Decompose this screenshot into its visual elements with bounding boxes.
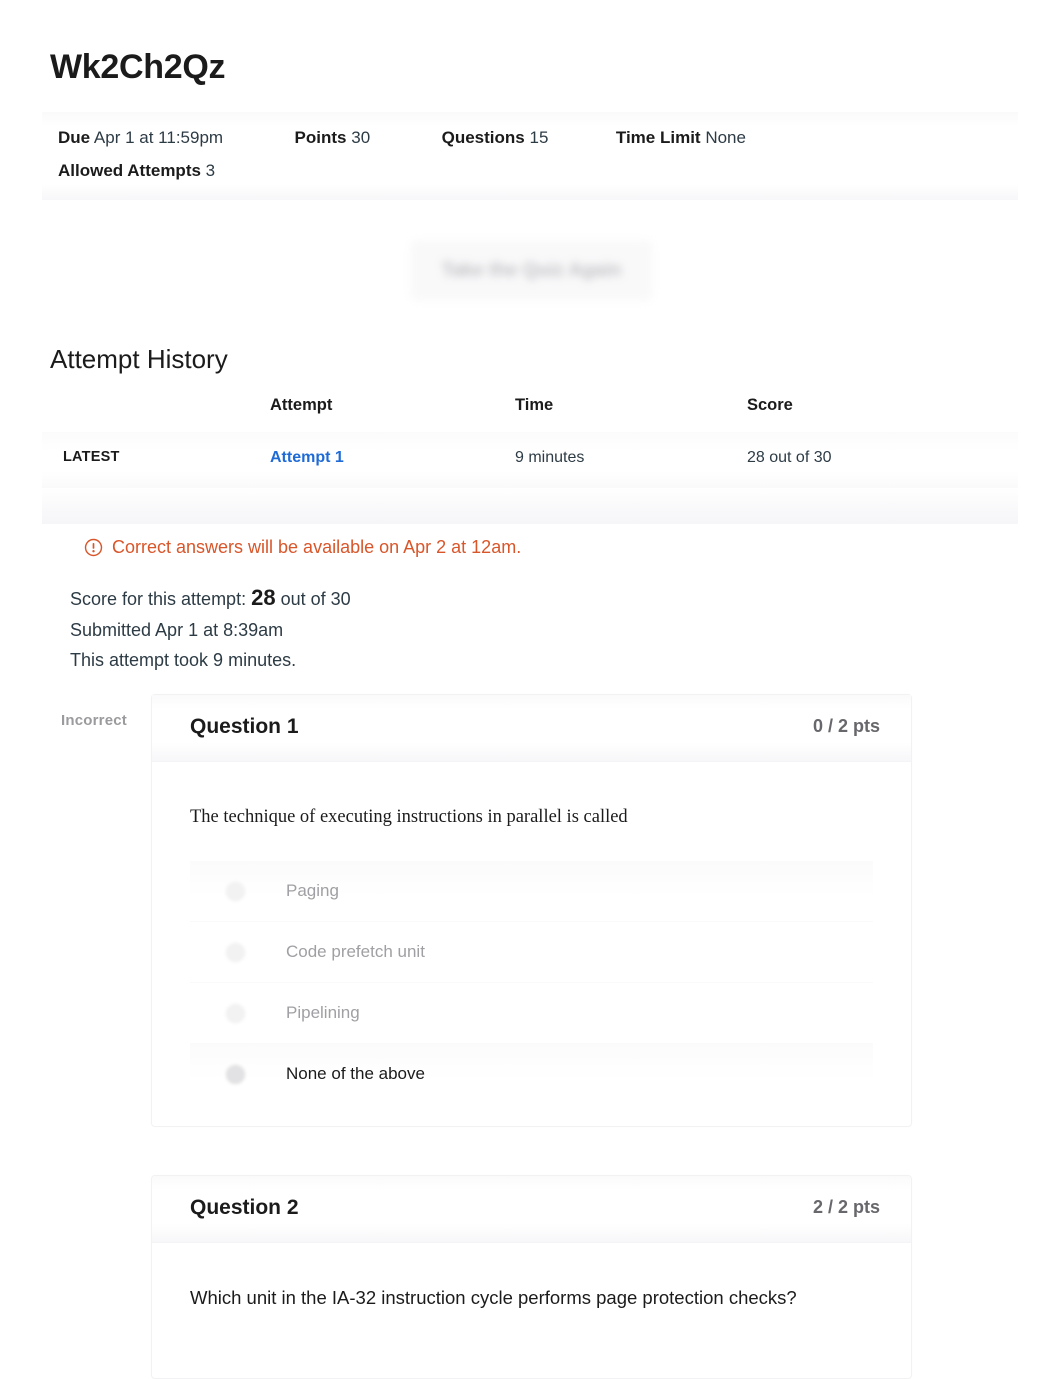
score-value: 28 [251, 585, 276, 610]
question-1-body: The technique of executing instructions … [152, 762, 911, 1126]
detail-points: Points 30 [295, 128, 371, 148]
attempt-history-table: Attempt Time Score LATEST Attempt 1 9 mi… [42, 396, 1018, 524]
quiz-details-row-2: Allowed Attempts 3 [58, 161, 215, 181]
question-2-title: Question 2 [190, 1196, 299, 1219]
detail-due-value: Apr 1 at 11:59pm [93, 128, 224, 147]
question-1-header: Question 1 0 / 2 pts [152, 695, 911, 762]
detail-time-limit-value: None [705, 128, 746, 147]
column-header-time: Time [515, 396, 554, 414]
radio-button-icon[interactable] [226, 942, 245, 962]
attempt-submitted-line: Submitted Apr 1 at 8:39am [70, 619, 284, 640]
correct-answers-notice-text: Correct answers will be available on Apr… [112, 537, 522, 557]
correct-answers-notice: Correct answers will be available on Apr… [84, 537, 521, 558]
detail-questions: Questions 15 [442, 128, 549, 148]
column-header-attempt: Attempt [270, 396, 333, 414]
attempt-score-value: 28 out of 30 [747, 449, 832, 466]
radio-button-selected-icon[interactable] [226, 1064, 245, 1084]
detail-due: Due Apr 1 at 11:59pm [58, 128, 223, 148]
answer-label: Pipelining [286, 1002, 360, 1022]
radio-button-icon[interactable] [226, 1003, 245, 1023]
answer-label: Paging [286, 880, 339, 900]
question-1-text: The technique of executing instructions … [190, 807, 628, 827]
question-2-text: Which unit in the IA-32 instruction cycl… [190, 1287, 797, 1308]
detail-allowed-attempts-key: Allowed Attempts [58, 161, 201, 180]
attempt-summary: Score for this attempt: 28 out of 30 Sub… [70, 583, 351, 676]
score-suffix: out of 30 [280, 589, 351, 609]
quiz-details-band: Due Apr 1 at 11:59pm Points 30 Questions… [42, 112, 1018, 200]
question-2-card: Question 2 2 / 2 pts Which unit in the I… [151, 1175, 912, 1379]
question-1-points: 0 / 2 pts [812, 716, 880, 736]
column-header-score: Score [747, 396, 793, 414]
radio-button-icon[interactable] [226, 881, 245, 901]
question-1-answers: Paging Code prefetch unit Pipelining Non… [190, 860, 873, 1126]
detail-time-limit-key: Time Limit [615, 128, 701, 147]
answer-option-selected[interactable]: None of the above [190, 1042, 873, 1104]
answer-option[interactable]: Code prefetch unit [190, 920, 873, 982]
page-title: Wk2Ch2Qz [50, 48, 226, 86]
table-header-row: Attempt Time Score [42, 396, 1018, 432]
attempt-time-value: 9 minutes [515, 449, 585, 466]
exclamation-circle-icon [84, 538, 103, 557]
take-quiz-again-button[interactable]: Take the Quiz Again [411, 241, 652, 300]
detail-time-limit: Time Limit None [616, 128, 746, 148]
detail-allowed-attempts-value: 3 [205, 161, 216, 180]
detail-questions-value: 15 [529, 128, 549, 147]
question-2-body: Which unit in the IA-32 instruction cycl… [152, 1243, 911, 1312]
question-1-card: Question 1 0 / 2 pts The technique of ex… [151, 694, 912, 1127]
detail-questions-key: Questions [441, 128, 525, 147]
take-quiz-again-container: Take the Quiz Again [411, 241, 652, 300]
score-prefix: Score for this attempt: [70, 589, 247, 609]
question-2-header: Question 2 2 / 2 pts [152, 1176, 911, 1243]
answer-label: None of the above [286, 1063, 425, 1083]
quiz-details-row-1: Due Apr 1 at 11:59pm Points 30 Questions… [58, 128, 746, 148]
answer-option[interactable]: Pipelining [190, 981, 873, 1043]
detail-points-value: 30 [351, 128, 371, 147]
detail-allowed-attempts: Allowed Attempts 3 [58, 161, 215, 181]
question-1-title: Question 1 [190, 715, 299, 738]
attempt-score-line: Score for this attempt: 28 out of 30 [70, 583, 351, 615]
answer-label: Code prefetch unit [286, 941, 425, 961]
answer-option[interactable]: Paging [190, 860, 873, 921]
quiz-results-page: Wk2Ch2Qz Due Apr 1 at 11:59pm Points 30 … [0, 0, 1062, 1379]
attempt-duration-line: This attempt took 9 minutes. [70, 650, 297, 670]
detail-due-key: Due [58, 128, 91, 147]
detail-points-key: Points [294, 128, 347, 147]
attempt-1-link[interactable]: Attempt 1 [270, 449, 344, 467]
question-1-status: Incorrect [61, 712, 127, 729]
table-row: LATEST Attempt 1 9 minutes 28 out of 30 [42, 432, 1018, 488]
attempt-latest-badge: LATEST [63, 449, 120, 465]
table-footer-spacer [42, 488, 1018, 524]
attempt-history-heading: Attempt History [50, 344, 228, 374]
question-2-points: 2 / 2 pts [812, 1197, 880, 1217]
